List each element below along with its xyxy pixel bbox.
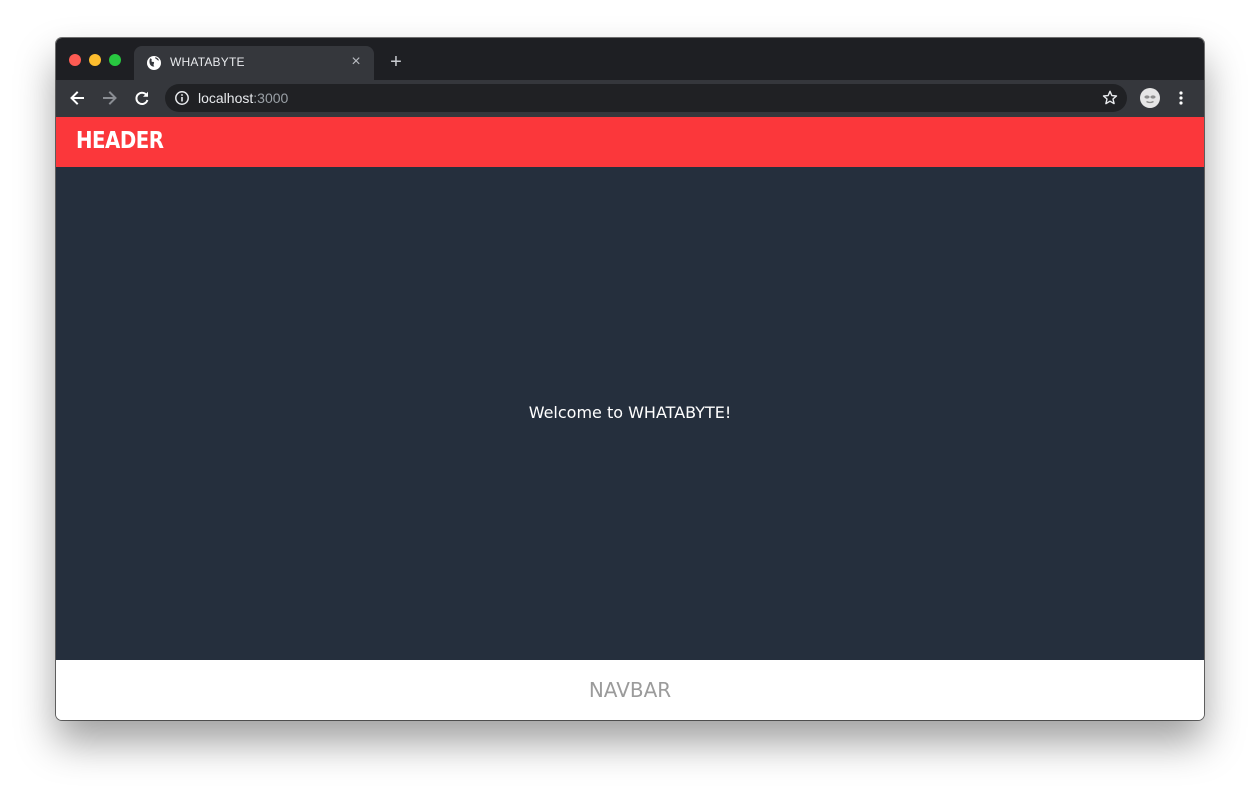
url-host: localhost — [198, 90, 254, 106]
welcome-message: Welcome to WHATABYTE! — [528, 403, 732, 422]
arrow-left-icon[interactable] — [67, 88, 87, 108]
globe-icon — [146, 55, 162, 71]
browser-toolbar: localhost:3000 — [56, 80, 1204, 117]
kebab-menu-icon[interactable] — [1172, 89, 1190, 107]
star-icon[interactable] — [1101, 89, 1119, 107]
reload-icon[interactable] — [132, 88, 152, 108]
app-content: Welcome to WHATABYTE! — [56, 167, 1204, 660]
arrow-right-icon[interactable] — [100, 88, 120, 108]
url-port: :3000 — [253, 90, 289, 106]
address-bar[interactable]: localhost:3000 — [165, 84, 1127, 112]
app-header: HEADER — [56, 117, 1204, 167]
new-tab-button[interactable]: + — [386, 52, 406, 72]
app-header-title: HEADER — [76, 128, 164, 154]
browser-window: WHATABYTE × + localhost:3000 HEADER Welc… — [56, 38, 1204, 720]
address-url: localhost:3000 — [198, 90, 288, 106]
info-icon[interactable] — [174, 90, 190, 106]
window-minimize-button[interactable] — [89, 54, 101, 66]
tab-title: WHATABYTE — [170, 55, 245, 69]
page-viewport: HEADER Welcome to WHATABYTE! NAVBAR — [56, 117, 1204, 720]
window-maximize-button[interactable] — [109, 54, 121, 66]
app-navbar: NAVBAR — [56, 660, 1204, 720]
browser-titlebar: WHATABYTE × + — [56, 38, 1204, 80]
navbar-label: NAVBAR — [588, 678, 672, 702]
profile-icon[interactable] — [1140, 88, 1160, 108]
window-close-button[interactable] — [69, 54, 81, 66]
browser-tab[interactable]: WHATABYTE × — [134, 46, 374, 80]
tab-close-icon[interactable]: × — [348, 54, 364, 70]
